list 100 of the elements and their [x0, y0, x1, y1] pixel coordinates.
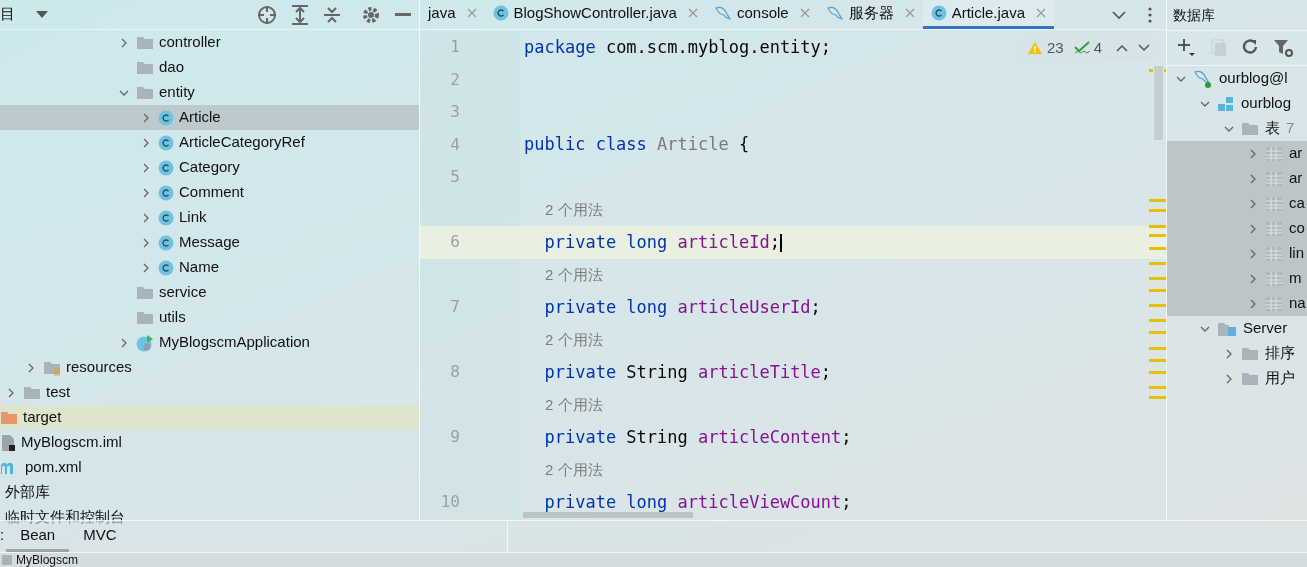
add-icon — [1177, 38, 1197, 58]
resources-folder-icon — [43, 359, 61, 376]
copy-icon — [1211, 39, 1227, 57]
scrollbar-thumb[interactable] — [1153, 65, 1164, 141]
expand-all-icon — [291, 4, 309, 25]
line-number: 6 — [449, 231, 461, 254]
tree-item[interactable]: na — [1167, 291, 1307, 316]
tree-item[interactable]: m — [1167, 266, 1307, 291]
editor-tab[interactable]: Article.java — [922, 0, 1055, 29]
tree-item[interactable]: Link — [0, 205, 419, 230]
line-number: 10 — [439, 491, 461, 514]
minimize-icon — [395, 12, 411, 17]
class-icon — [158, 259, 174, 276]
tree-item[interactable]: Server — [1167, 316, 1307, 341]
line-number: 3 — [449, 101, 461, 124]
line-number: 7 — [449, 296, 461, 319]
tree-item[interactable]: test — [0, 380, 419, 405]
close-icon — [904, 8, 915, 18]
panel-title: 目 — [0, 4, 16, 25]
tree-item[interactable]: MyBlogscmApplication — [0, 330, 419, 355]
tree-item[interactable]: controller — [0, 30, 419, 55]
file-icon — [0, 433, 16, 452]
tree-item[interactable]: 表 7 — [1167, 116, 1307, 141]
line-number: 5 — [449, 166, 461, 189]
editor-tab[interactable]: java — [420, 0, 485, 29]
tree-item[interactable]: ca — [1167, 191, 1307, 216]
table-icon — [1265, 295, 1283, 312]
code-line: package com.scm.myblog.entity; — [523, 35, 832, 59]
class-icon — [492, 5, 509, 21]
editor-tab[interactable]: BlogShowController.java — [484, 0, 706, 29]
class-icon — [930, 5, 947, 21]
tree-item[interactable]: ourblog@l — [1167, 66, 1307, 91]
tree-item[interactable]: utils — [0, 305, 419, 330]
tree-item[interactable]: Message — [0, 230, 419, 255]
table-icon — [1265, 270, 1283, 287]
previous-icon — [1116, 44, 1128, 52]
tree-item[interactable]: lin — [1167, 241, 1307, 266]
module-name: MyBlogscm — [16, 553, 78, 567]
collapse-all-icon — [323, 4, 341, 25]
line-number: 2 — [449, 68, 461, 91]
class-icon — [158, 234, 174, 251]
tree-item[interactable]: 用户 — [1167, 366, 1307, 391]
tree-item[interactable]: ArticleCategoryRef — [0, 130, 419, 155]
tree-item[interactable]: MyBlogscm.iml — [0, 430, 419, 455]
tree-item[interactable]: service — [0, 280, 419, 305]
more-icon — [1148, 6, 1152, 23]
chevron-down-icon — [1112, 9, 1126, 20]
editor-tab[interactable]: console — [705, 0, 818, 29]
filter-settings-icon — [1273, 38, 1293, 58]
table-icon — [1265, 245, 1283, 262]
panel-title: 数据库 — [1173, 5, 1215, 25]
tree-item[interactable]: ar — [1167, 166, 1307, 191]
dropdown-caret-icon — [36, 10, 48, 19]
code-line: private long articleUserId; — [543, 295, 821, 319]
tree-item[interactable]: Name — [0, 255, 419, 280]
code-line: private String articleContent; — [543, 425, 852, 449]
line-number: 8 — [449, 361, 461, 384]
class-icon — [158, 134, 174, 151]
table-icon — [1265, 220, 1283, 237]
tree-item[interactable]: 外部库 — [0, 480, 419, 505]
warning-icon — [1026, 41, 1043, 55]
table-icon — [1265, 195, 1283, 212]
class-icon — [158, 209, 174, 226]
code-line: private String articleTitle; — [543, 360, 832, 384]
tree-item[interactable]: Comment — [0, 180, 419, 205]
tree-item[interactable]: ourblog — [1167, 91, 1307, 116]
refresh-icon — [1241, 39, 1259, 57]
text-cursor — [779, 233, 782, 252]
class-icon — [158, 109, 174, 126]
tree-item[interactable]: Category — [0, 155, 419, 180]
server-folder-icon — [1217, 320, 1237, 337]
tree-item[interactable]: resources — [0, 355, 419, 380]
application-class-icon — [136, 333, 154, 352]
close-icon — [1036, 8, 1047, 18]
class-icon — [158, 184, 174, 201]
tree-item[interactable]: dao — [0, 55, 419, 80]
check-icon — [1073, 41, 1090, 55]
tree-item[interactable]: Article — [0, 105, 419, 130]
tree-item[interactable]: ar — [1167, 141, 1307, 166]
scrollbar-thumb[interactable] — [523, 512, 693, 518]
table-icon — [1265, 145, 1283, 162]
tree-item[interactable]: 排序 — [1167, 341, 1307, 366]
tree-item[interactable]: pom.xml — [0, 455, 419, 480]
class-icon — [158, 159, 174, 176]
line-number: 4 — [449, 133, 461, 156]
next-icon — [1138, 44, 1150, 52]
tree-item[interactable]: entity — [0, 80, 419, 105]
close-icon — [799, 8, 810, 18]
schema-icon — [1217, 95, 1235, 112]
line-number: 1 — [449, 36, 461, 59]
tree-item[interactable]: co — [1167, 216, 1307, 241]
close-icon — [466, 8, 477, 18]
tree-item[interactable]: target — [0, 405, 419, 430]
code-line: private long articleId; — [543, 230, 782, 254]
code-line: private long articleViewCount; — [543, 490, 852, 514]
settings-icon — [361, 4, 381, 25]
table-icon — [1265, 170, 1283, 187]
line-number: 9 — [449, 426, 461, 449]
editor-tab[interactable]: 服务器 — [817, 0, 923, 29]
code-line: public class Article { — [523, 133, 750, 156]
